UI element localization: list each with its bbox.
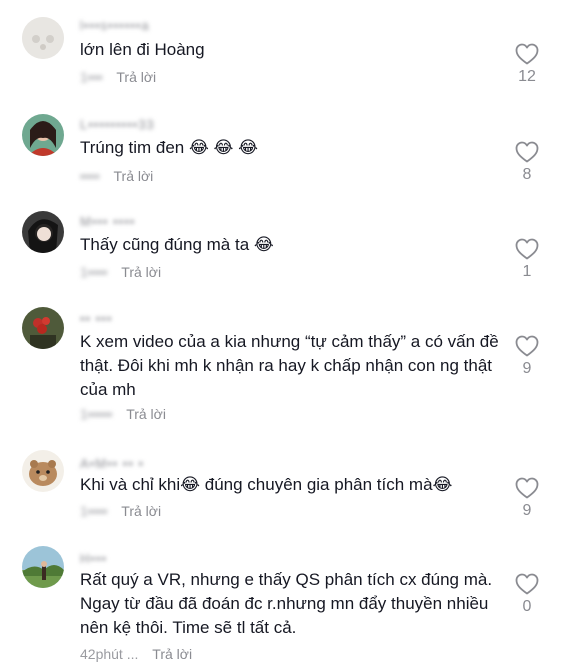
username[interactable]: A•M•• •• • bbox=[80, 456, 144, 471]
like-button[interactable]: 9 bbox=[510, 477, 544, 520]
avatar[interactable] bbox=[22, 17, 64, 59]
username[interactable]: M••• •••• bbox=[80, 214, 135, 229]
comment-text: Thấy cũng đúng mà ta 😂 bbox=[80, 235, 274, 254]
comment-meta: 1••• Trả lời bbox=[80, 69, 156, 85]
heart-outline-icon bbox=[515, 477, 539, 499]
comment-text: lớn lên đi Hoàng bbox=[80, 40, 205, 59]
reply-button[interactable]: Trả lời bbox=[152, 646, 192, 662]
heart-outline-icon bbox=[515, 573, 539, 595]
heart-outline-icon bbox=[515, 238, 539, 260]
like-button[interactable]: 8 bbox=[510, 141, 544, 184]
avatar[interactable] bbox=[22, 307, 64, 349]
like-count: 8 bbox=[522, 166, 532, 183]
avatar[interactable] bbox=[22, 546, 64, 588]
like-button[interactable]: 12 bbox=[510, 43, 544, 86]
like-button[interactable]: 9 bbox=[510, 335, 544, 378]
comment-meta: 1••••• Trả lời bbox=[80, 406, 166, 422]
username[interactable]: L•••••••••33 bbox=[80, 117, 155, 132]
like-count: 1 bbox=[522, 263, 532, 280]
comment-meta: 1•••• Trả lời bbox=[80, 264, 161, 280]
timestamp: 1•••• bbox=[80, 264, 108, 280]
like-count: 9 bbox=[522, 502, 532, 519]
username[interactable]: l•••s••••••a bbox=[80, 18, 150, 33]
timestamp: 1•••• bbox=[80, 503, 108, 519]
avatar[interactable] bbox=[22, 114, 64, 156]
reply-button[interactable]: Trả lời bbox=[126, 406, 166, 422]
comment-meta: •••• Trả lời bbox=[80, 168, 153, 184]
timestamp: 1••• bbox=[80, 69, 103, 85]
timestamp: 1••••• bbox=[80, 406, 113, 422]
like-button[interactable]: 1 bbox=[510, 238, 544, 281]
like-button[interactable]: 0 bbox=[510, 573, 544, 616]
timestamp: •••• bbox=[80, 168, 100, 184]
reply-button[interactable]: Trả lời bbox=[121, 503, 161, 519]
like-count: 12 bbox=[518, 68, 536, 85]
timestamp: 42phút ... bbox=[80, 646, 139, 662]
comment-text: Rất quý a VR, nhưng e thấy QS phân tích … bbox=[80, 570, 493, 637]
reply-button[interactable]: Trả lời bbox=[114, 168, 154, 184]
reply-button[interactable]: Trả lời bbox=[116, 69, 156, 85]
like-count: 0 bbox=[522, 598, 532, 615]
comment-text: Trúng tim đen 😂 😂 😂 bbox=[80, 138, 259, 157]
avatar[interactable] bbox=[22, 211, 64, 253]
heart-outline-icon bbox=[515, 335, 539, 357]
avatar[interactable] bbox=[22, 450, 64, 492]
like-count: 9 bbox=[522, 360, 532, 377]
heart-outline-icon bbox=[515, 43, 539, 65]
username[interactable]: •• ••• bbox=[80, 311, 112, 326]
comment-meta: 42phút ... Trả lời bbox=[80, 646, 192, 662]
heart-outline-icon bbox=[515, 141, 539, 163]
comment-text: Khi và chỉ khi😂 đúng chuyên gia phân tíc… bbox=[80, 475, 453, 494]
username[interactable]: H••• bbox=[80, 551, 107, 566]
reply-button[interactable]: Trả lời bbox=[121, 264, 161, 280]
comment-text: K xem video của a kia nhưng “tự cảm thấy… bbox=[80, 332, 499, 399]
comment-meta: 1•••• Trả lời bbox=[80, 503, 161, 519]
